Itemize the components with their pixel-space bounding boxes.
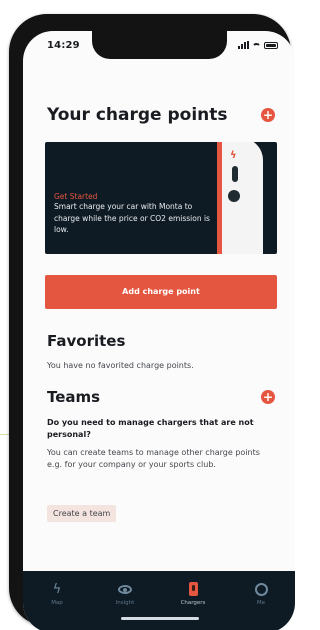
- favorites-title: Favorites: [47, 332, 126, 350]
- add-charge-point-button[interactable]: Add charge point: [45, 275, 277, 309]
- app-screen: 14:29 Your charge points + Get Started S…: [23, 31, 295, 630]
- tab-map[interactable]: ϟ Map: [31, 581, 83, 607]
- tab-label: Insight: [115, 600, 135, 606]
- charger-button-shape: [228, 190, 240, 202]
- home-indicator: [121, 617, 199, 620]
- charger-icon: [188, 581, 198, 597]
- charger-illustration: ϟ: [217, 142, 263, 254]
- teams-title: Teams: [47, 388, 101, 406]
- plus-circle-icon[interactable]: +: [261, 390, 275, 404]
- banner-text: Get Started Smart charge your car with M…: [54, 192, 210, 236]
- teams-description: You can create teams to manage other cha…: [47, 448, 260, 469]
- tab-me[interactable]: Me: [235, 581, 287, 606]
- lightning-icon: ϟ: [230, 150, 237, 161]
- banner-eyebrow: Get Started: [54, 192, 98, 201]
- create-team-button[interactable]: Create a team: [47, 505, 117, 522]
- wifi-icon: [252, 42, 261, 50]
- tab-label: Me: [256, 600, 266, 606]
- lightning-icon: ϟ: [52, 581, 62, 597]
- tab-chargers[interactable]: Chargers: [167, 581, 219, 606]
- phone-frame: 14:29 Your charge points + Get Started S…: [9, 14, 295, 630]
- status-icons: [238, 41, 278, 49]
- battery-icon: [264, 41, 278, 49]
- app-stage: 14:29 Your charge points + Get Started S…: [0, 0, 299, 630]
- favorites-empty-text: You have no favorited charge points.: [47, 361, 194, 370]
- bottom-tab-bar: ϟ Map Insight Chargers Me: [23, 571, 295, 630]
- page-title: Your charge points: [47, 105, 228, 125]
- plus-circle-icon[interactable]: +: [261, 108, 275, 122]
- banner-body: Smart charge your car with Monta to char…: [54, 202, 210, 234]
- camera-notch: [92, 31, 227, 59]
- teams-header: Teams +: [47, 388, 275, 406]
- tab-label: Chargers: [180, 600, 206, 606]
- charge-points-header: Your charge points +: [47, 105, 275, 125]
- get-started-banner[interactable]: Get Started Smart charge your car with M…: [45, 142, 277, 254]
- teams-question: Do you need to manage chargers that are …: [47, 418, 254, 439]
- signal-icon: [238, 41, 249, 49]
- tab-insight[interactable]: Insight: [99, 581, 151, 606]
- status-time: 14:29: [47, 40, 80, 51]
- charger-slot: [232, 166, 238, 182]
- tab-label: Map: [51, 600, 63, 606]
- user-icon: [254, 581, 268, 597]
- eye-icon: [118, 581, 132, 597]
